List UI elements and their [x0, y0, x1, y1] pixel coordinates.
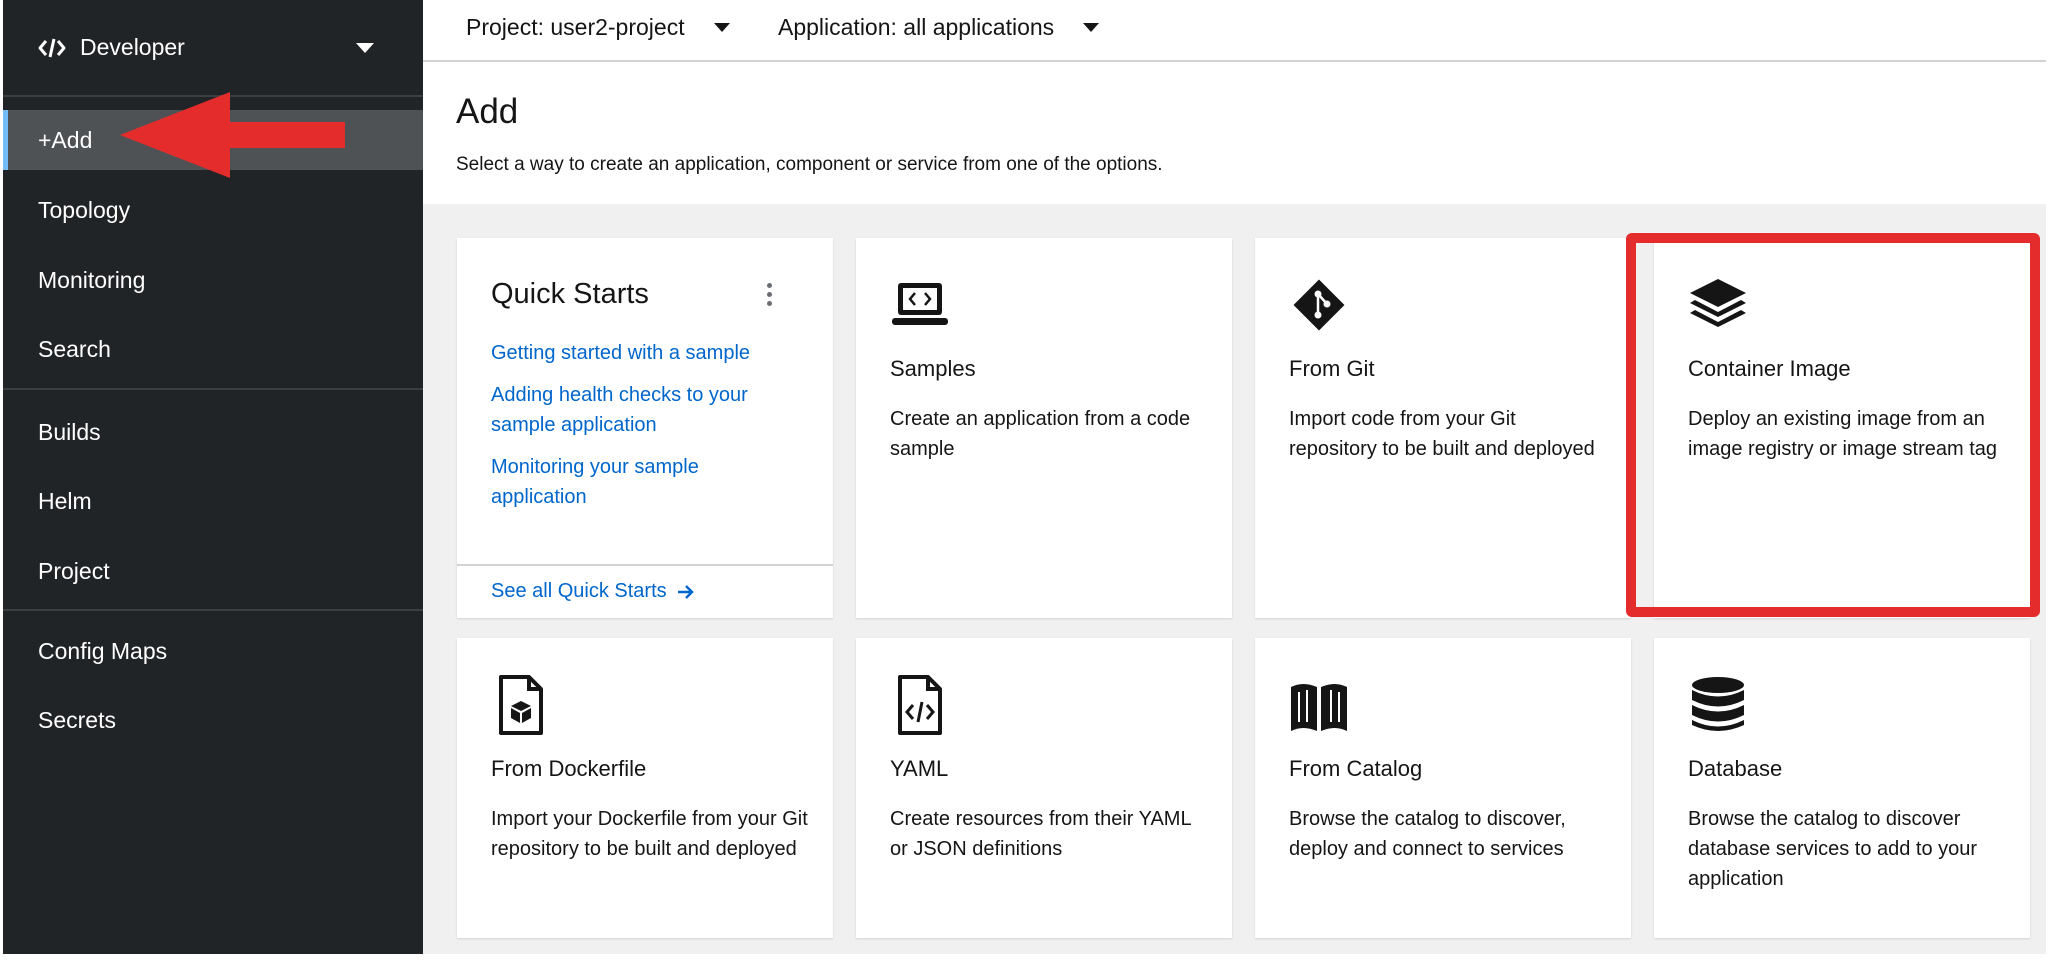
page-description: Select a way to create an application, c…	[456, 154, 1163, 175]
database-icon	[1692, 677, 1744, 731]
card-title: Database	[1688, 756, 1783, 781]
caret-down-icon	[356, 43, 374, 53]
quick-start-link[interactable]: Getting started with a sample	[491, 338, 791, 368]
from-dockerfile-card[interactable]: From Dockerfile Import your Dockerfile f…	[457, 638, 833, 938]
nav-item-helm[interactable]: Helm	[3, 471, 423, 531]
project-selector-label: Project: user2-project	[466, 14, 685, 40]
arrow-right-icon	[677, 584, 694, 599]
quick-starts-card: Quick Starts Getting started with a samp…	[457, 238, 833, 618]
context-bar: Project: user2-project Application: all …	[423, 0, 2046, 62]
book-open-icon	[1291, 684, 1347, 731]
page-header: Add Select a way to create an applicatio…	[423, 62, 2046, 204]
perspective-switcher[interactable]: Developer	[3, 0, 423, 97]
nav-item-builds[interactable]: Builds	[3, 402, 423, 462]
database-card[interactable]: Database Browse the catalog to discover …	[1654, 638, 2030, 938]
quick-starts-footer: See all Quick Starts	[457, 564, 833, 618]
card-description: Create resources from their YAML or JSON…	[890, 808, 1191, 860]
yaml-card[interactable]: YAML Create resources from their YAML or…	[856, 638, 1232, 938]
from-git-card[interactable]: From Git Import code from your Git repos…	[1255, 238, 1631, 618]
nav-item-topology[interactable]: Topology	[3, 180, 423, 240]
nav-divider	[3, 388, 423, 390]
layer-group-icon	[1690, 279, 1746, 327]
card-description: Browse the catalog to discover, deploy a…	[1289, 808, 1566, 860]
card-description: Create an application from a code sample	[890, 408, 1191, 460]
add-options-grid: Quick Starts Getting started with a samp…	[423, 204, 2046, 954]
samples-card[interactable]: Samples Create an application from a cod…	[856, 238, 1232, 618]
see-all-quick-starts-link[interactable]: See all Quick Starts	[491, 580, 695, 603]
card-title: From Git	[1289, 356, 1375, 381]
code-icon	[38, 38, 66, 57]
dockerfile-icon	[499, 675, 543, 735]
git-icon	[1293, 279, 1345, 331]
card-title: Container Image	[1688, 356, 1851, 381]
file-code-icon	[898, 675, 942, 735]
nav-item-monitoring[interactable]: Monitoring	[3, 250, 423, 310]
card-description: Deploy an existing image from an image r…	[1688, 408, 1998, 460]
nav-item-secrets[interactable]: Secrets	[3, 690, 423, 750]
card-description: Browse the catalog to discover database …	[1688, 808, 1978, 890]
card-title: YAML	[890, 756, 949, 781]
nav-item-config-maps[interactable]: Config Maps	[3, 621, 423, 681]
card-title: Samples	[890, 356, 976, 381]
card-title: From Dockerfile	[491, 756, 647, 781]
application-selector-label: Application: all applications	[778, 14, 1055, 40]
project-selector[interactable]: Project: user2-project	[466, 14, 730, 41]
laptop-code-icon	[892, 283, 948, 325]
page-title: Add	[456, 92, 519, 131]
nav-divider	[3, 609, 423, 611]
see-all-label: See all Quick Starts	[491, 580, 667, 602]
container-image-card[interactable]: Container Image Deploy an existing image…	[1654, 238, 2030, 618]
caret-down-icon	[713, 23, 730, 32]
card-title: From Catalog	[1289, 756, 1423, 781]
quick-start-link[interactable]: Monitoring your sample application	[491, 452, 791, 512]
caret-down-icon	[1083, 23, 1100, 32]
nav-item-project[interactable]: Project	[3, 541, 423, 601]
quick-start-link[interactable]: Adding health checks to your sample appl…	[491, 380, 791, 440]
card-description: Import your Dockerfile from your Git rep…	[491, 808, 808, 860]
kebab-menu-icon[interactable]	[765, 283, 773, 307]
from-catalog-card[interactable]: From Catalog Browse the catalog to disco…	[1255, 638, 1631, 938]
annotation-arrow-icon	[120, 92, 345, 178]
nav-item-search[interactable]: Search	[3, 319, 423, 379]
quick-starts-title: Quick Starts	[491, 278, 649, 310]
perspective-label: Developer	[80, 34, 185, 60]
card-description: Import code from your Git repository to …	[1289, 408, 1595, 460]
application-selector[interactable]: Application: all applications	[778, 14, 1100, 41]
